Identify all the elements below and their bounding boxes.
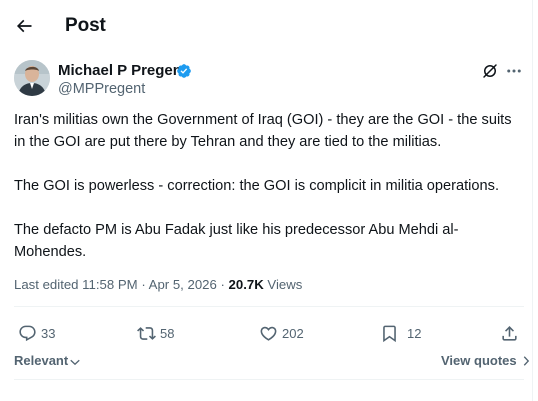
like-button[interactable]: 202	[259, 316, 304, 350]
more-horizontal-icon	[507, 69, 521, 73]
views-count: 20.7K	[228, 277, 264, 292]
view-quotes-label: View quotes	[441, 353, 517, 368]
share-icon	[502, 325, 517, 341]
divider	[14, 306, 524, 307]
repost-icon	[137, 326, 156, 340]
post-meta: Last edited 11:58 PM · Apr 5, 2026 · 20.…	[14, 277, 302, 292]
bookmark-button[interactable]: 12	[380, 316, 421, 350]
arrow-left-icon	[16, 19, 32, 33]
avatar[interactable]	[14, 60, 50, 96]
grok-button[interactable]	[479, 60, 501, 82]
reply-button[interactable]: 33	[18, 316, 55, 350]
grok-icon	[483, 64, 497, 78]
more-options-button[interactable]	[503, 60, 525, 82]
edited-timestamp[interactable]: Last edited 11:58 PM · Apr 5, 2026 ·	[14, 277, 229, 292]
post-text: Iran's militias own the Government of Ir…	[14, 109, 524, 263]
chevron-right-icon	[523, 355, 529, 366]
verified-badge-icon	[177, 64, 191, 78]
sort-replies-dropdown[interactable]: Relevant	[14, 353, 81, 368]
author-handle[interactable]: @MPPregent	[58, 81, 145, 97]
divider	[14, 379, 524, 380]
view-quotes-link[interactable]: View quotes	[441, 353, 532, 368]
back-button[interactable]	[8, 10, 40, 42]
bookmark-count: 12	[407, 325, 422, 341]
post-paragraph: The GOI is powerless - correction: the G…	[14, 178, 499, 194]
action-bar: 33 58 202 12	[0, 316, 533, 350]
sort-label: Relevant	[14, 353, 69, 368]
post-paragraph: Iran's militias own the Government of Ir…	[14, 112, 512, 150]
reply-count: 33	[41, 325, 56, 341]
reply-icon	[19, 325, 36, 341]
post-paragraph: The defacto PM is Abu Fadak just like hi…	[14, 222, 459, 260]
page-title: Post	[65, 15, 106, 36]
repost-count: 58	[160, 325, 175, 341]
bookmark-icon	[383, 325, 396, 342]
repost-button[interactable]: 58	[137, 316, 174, 350]
post-detail-panel: Post Michael P Pregent @MPPregent Iran's…	[0, 0, 533, 401]
views-label: Views	[263, 277, 303, 292]
page-header: Post	[0, 0, 533, 54]
chevron-down-icon	[70, 359, 80, 365]
share-button[interactable]	[500, 316, 519, 350]
author-name[interactable]: Michael P Pregent	[58, 62, 187, 79]
heart-icon	[260, 326, 277, 341]
like-count: 202	[282, 325, 304, 341]
